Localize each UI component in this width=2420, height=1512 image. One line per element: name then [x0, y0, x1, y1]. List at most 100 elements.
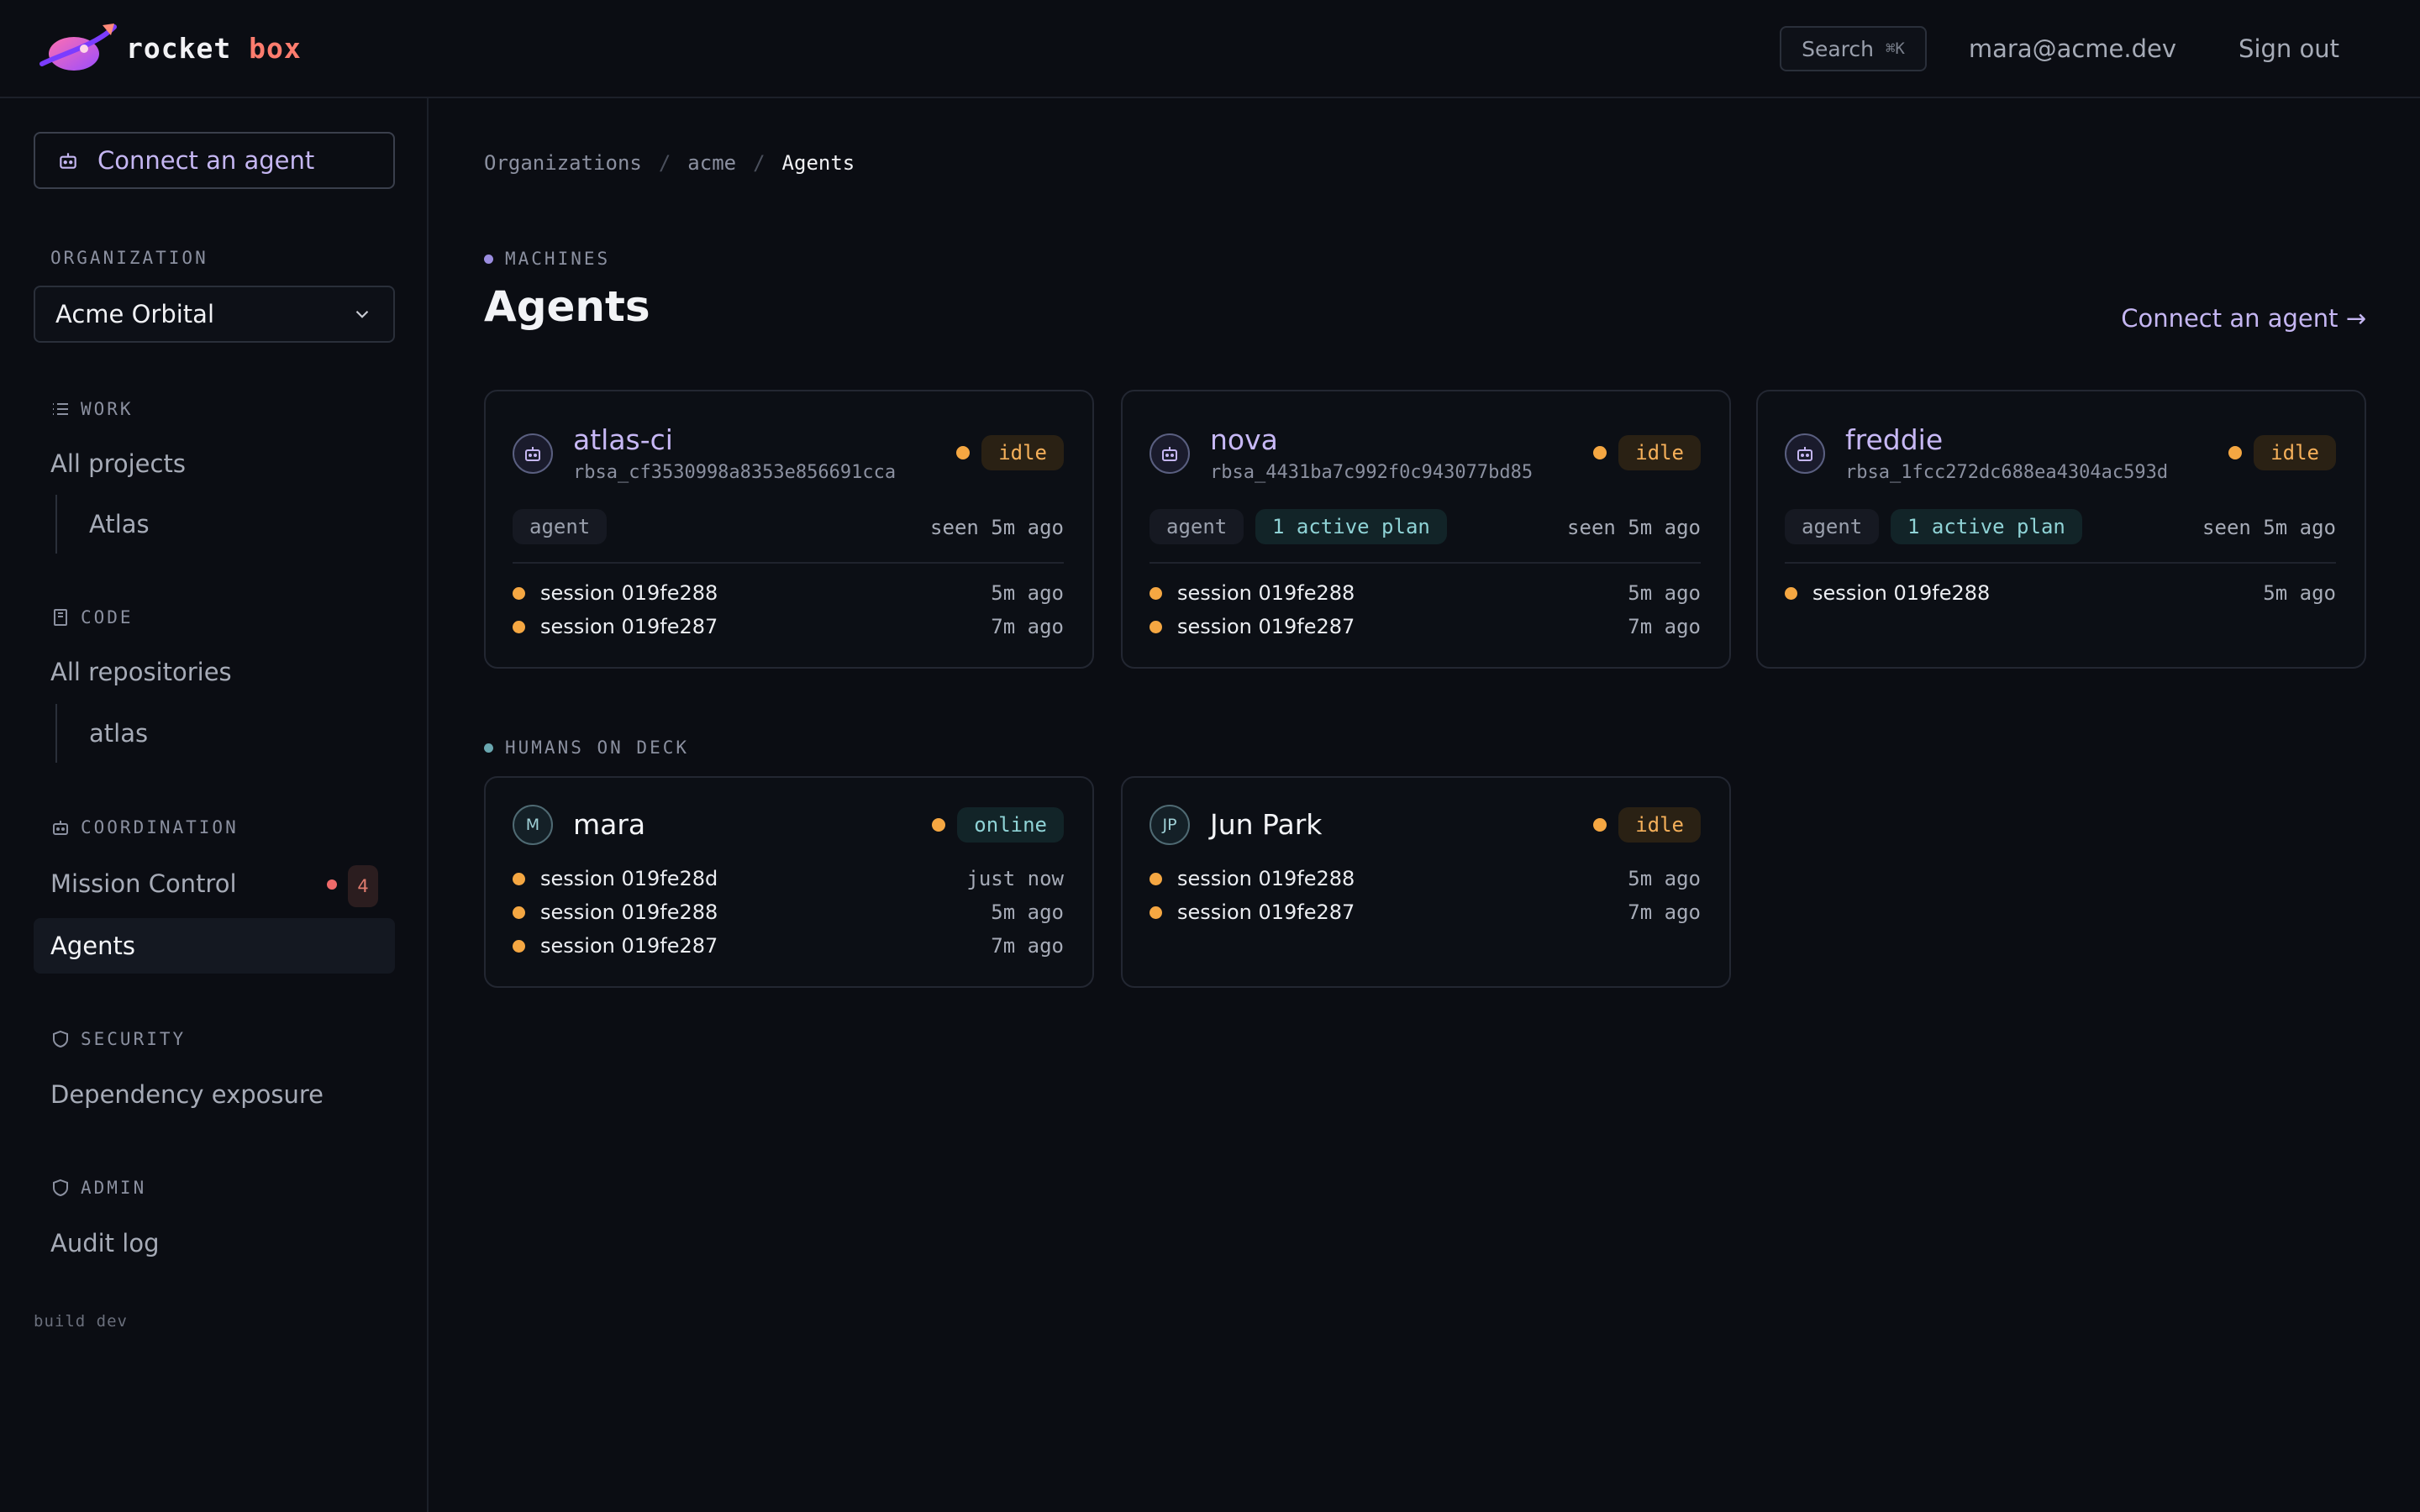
breadcrumb-acme[interactable]: acme	[687, 151, 736, 175]
shield-icon	[53, 1179, 68, 1197]
session-status-dot	[1150, 872, 1162, 885]
status-dot	[956, 446, 971, 459]
logo-text: rocket box	[126, 32, 302, 65]
session-status-dot	[1150, 620, 1162, 633]
connect-agent-button[interactable]: Connect an agent	[34, 132, 395, 189]
session-row[interactable]: session 019fe288 5m ago	[513, 576, 1064, 610]
nav-project-atlas-label: Atlas	[89, 510, 150, 538]
search-label: Search	[1802, 36, 1874, 61]
agent-name[interactable]: nova	[1210, 423, 1278, 456]
human-initials: M	[525, 816, 540, 834]
agent-card-atlas-ci[interactable]: atlas-ci rbsa_cf3530998a8353e856691cca i…	[484, 390, 1094, 669]
breadcrumb-organizations[interactable]: Organizations	[484, 151, 642, 175]
agent-seen: seen 5m ago	[2202, 516, 2336, 539]
mission-control-count-badge: 4	[348, 865, 378, 907]
human-status: idle	[1593, 807, 1701, 843]
agent-avatar	[1785, 433, 1825, 474]
status-dot	[2228, 446, 2243, 459]
agent-id: rbsa_1fcc272dc688ea4304ac593d	[1845, 462, 2169, 483]
active-plan-badge[interactable]: 1 active plan	[1255, 509, 1447, 544]
human-name[interactable]: mara	[573, 808, 645, 841]
agent-card-freddie[interactable]: freddie rbsa_1fcc272dc688ea4304ac593d id…	[1756, 390, 2366, 669]
organization-select[interactable]: Acme Orbital	[34, 286, 395, 343]
breadcrumb-separator: /	[753, 151, 765, 175]
logo[interactable]: rocket box	[37, 20, 302, 76]
session-row[interactable]: session 019fe287 7m ago	[1150, 610, 1701, 643]
agent-name[interactable]: freddie	[1845, 423, 1943, 456]
session-row[interactable]: session 019fe288 5m ago	[1785, 576, 2336, 610]
session-time: 5m ago	[1628, 581, 1701, 605]
session-time: just now	[966, 867, 1064, 890]
session-row[interactable]: session 019fe288 5m ago	[513, 895, 1064, 929]
human-card-jun-park[interactable]: JP Jun Park idle session 019fe288 5m ago…	[1121, 776, 1731, 988]
connect-agent-link[interactable]: Connect an agent →	[2121, 304, 2366, 333]
machines-dot	[484, 254, 493, 264]
agent-tag: agent	[513, 509, 608, 544]
robot-icon	[60, 153, 76, 169]
agent-tag: agent	[1785, 509, 1880, 544]
agent-card-nova[interactable]: nova rbsa_4431ba7c992f0c943077bd85 idle …	[1121, 390, 1731, 669]
nav-all-repositories[interactable]: All repositories	[50, 658, 232, 686]
header-actions: Search ⌘K mara@acme.dev Sign out	[1780, 26, 2360, 71]
human-avatar: JP	[1150, 805, 1190, 845]
status-badge: idle	[1618, 807, 1701, 843]
agent-status: idle	[2228, 435, 2336, 470]
session-row[interactable]: session 019fe287 7m ago	[1150, 895, 1701, 929]
session-time: 5m ago	[991, 900, 1064, 924]
agent-id: rbsa_4431ba7c992f0c943077bd85	[1210, 462, 1534, 483]
robot-icon	[1797, 447, 1812, 461]
session-row[interactable]: session 019fe28d just now	[513, 862, 1064, 895]
nav-dependency-exposure[interactable]: Dependency exposure	[50, 1080, 324, 1109]
session-name: session 019fe287	[540, 615, 718, 638]
list-icon	[53, 403, 68, 415]
user-email-link[interactable]: mara@acme.dev	[1949, 34, 2196, 63]
agent-name[interactable]: atlas-ci	[573, 423, 673, 456]
session-name: session 019fe287	[1177, 615, 1355, 638]
session-row[interactable]: session 019fe287 7m ago	[513, 610, 1064, 643]
chevron-down-icon	[355, 310, 369, 318]
nav-mission-control[interactable]: Mission Control	[50, 869, 237, 898]
session-row[interactable]: session 019fe288 5m ago	[1150, 576, 1701, 610]
status-dot	[932, 818, 946, 832]
shield-icon	[53, 1030, 68, 1048]
coordination-section-label: COORDINATION	[50, 817, 239, 837]
search-button[interactable]: Search ⌘K	[1780, 26, 1927, 71]
machines-eyebrow: MACHINES	[484, 249, 610, 269]
session-name: session 019fe28d	[540, 867, 718, 890]
session-status-dot	[513, 939, 525, 953]
top-bar: rocket box Search ⌘K mara@acme.dev Sign …	[0, 0, 2420, 98]
nav-project-atlas[interactable]: Atlas	[55, 495, 150, 554]
human-card-mara[interactable]: M mara online session 019fe28d just now …	[484, 776, 1094, 988]
human-name[interactable]: Jun Park	[1210, 808, 1322, 841]
session-row[interactable]: session 019fe288 5m ago	[1150, 862, 1701, 895]
human-initials: JP	[1162, 816, 1177, 834]
coordination-section-text: COORDINATION	[81, 817, 239, 837]
security-section-text: SECURITY	[81, 1029, 187, 1049]
rocket-planet-icon	[39, 24, 117, 71]
agent-seen: seen 5m ago	[930, 516, 1064, 539]
session-status-dot	[1785, 586, 1797, 600]
agent-seen: seen 5m ago	[1567, 516, 1701, 539]
nav-audit-log[interactable]: Audit log	[50, 1229, 159, 1257]
status-badge: online	[957, 807, 1064, 843]
organization-section-label: ORGANIZATION	[50, 248, 208, 268]
session-status-dot	[513, 906, 525, 919]
sidebar: Connect an agent ORGANIZATION Acme Orbit…	[0, 98, 429, 1512]
agent-status: idle	[1593, 435, 1701, 470]
status-badge: idle	[981, 435, 1064, 470]
nav-all-projects[interactable]: All projects	[50, 449, 186, 478]
sign-out-button[interactable]: Sign out	[2218, 34, 2360, 63]
card-divider	[1150, 562, 1701, 564]
nav-agents[interactable]: Agents	[34, 918, 395, 974]
session-name: session 019fe288	[540, 900, 718, 924]
nav-repo-atlas[interactable]: atlas	[55, 704, 148, 763]
session-time: 5m ago	[1628, 867, 1701, 890]
active-plan-badge[interactable]: 1 active plan	[1891, 509, 2082, 544]
session-name: session 019fe288	[1177, 581, 1355, 605]
logo-word-rocket: rocket	[126, 31, 232, 65]
organization-section-text: ORGANIZATION	[50, 248, 208, 268]
human-status: online	[932, 807, 1064, 843]
session-row[interactable]: session 019fe287 7m ago	[513, 929, 1064, 963]
session-time: 7m ago	[1628, 900, 1701, 924]
session-status-dot	[513, 872, 525, 885]
